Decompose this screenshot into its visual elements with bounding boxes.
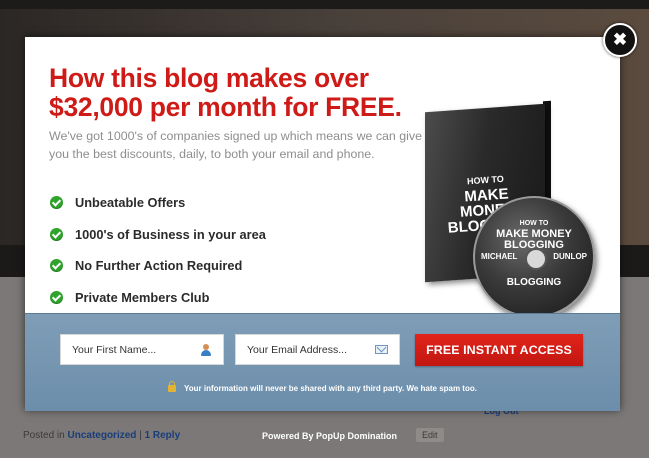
meta-separator: | [139,430,142,441]
popup-subtext: We've got 1000's of companies signed up … [49,129,422,161]
envelope-icon [375,345,388,354]
post-meta: Posted in Uncategorized | 1 Reply [23,430,180,441]
popup-dialog: How this blog makes over $32,000 per mon… [25,37,620,411]
feature-item: 1000's of Business in your area [49,219,266,251]
privacy-note-text: Your information will never be shared wi… [184,384,477,393]
feature-label: Unbeatable Offers [75,195,186,211]
feature-list: Unbeatable Offers 1000's of Business in … [49,187,266,313]
feature-item: Private Members Club [49,282,266,314]
posted-in-label: Posted in [23,430,65,441]
popup-headline: How this blog makes over $32,000 per mon… [49,63,402,122]
email-placeholder: Your Email Address... [247,343,347,356]
close-icon: ✖ [612,30,628,49]
page-top-bar [0,0,649,9]
feature-label: Private Members Club [75,289,210,305]
free-instant-access-button[interactable]: FREE INSTANT ACCESS [415,334,583,366]
edit-link[interactable]: Edit [416,428,444,442]
powered-by-text: Powered By PopUp Domination [262,431,398,441]
check-icon [50,259,63,273]
check-icon [50,227,63,241]
dvd-case-author: MICHAEL [436,291,488,307]
feature-label: No Further Action Required [75,258,243,274]
close-button[interactable]: ✖ [603,23,637,57]
feature-item: Unbeatable Offers [49,187,266,219]
check-icon [50,290,63,304]
category-link[interactable]: Uncategorized [67,430,136,441]
first-name-placeholder: Your First Name... [72,343,157,356]
disc-bottom-text: BLOGGING [506,277,562,288]
signup-form: Your First Name... Your Email Address...… [25,313,620,411]
product-image: HOW TO MAKE MONEY BLOGGING MICHAEL HOW T… [415,81,610,318]
first-name-input[interactable]: Your First Name... [60,334,224,365]
lock-icon [168,381,177,392]
dvd-disc: HOW TO MAKE MONEY BLOGGING MICHAEL DUNLO… [473,196,595,318]
feature-item: No Further Action Required [49,250,266,282]
check-icon [50,196,63,210]
privacy-note: Your information will never be shared wi… [25,381,620,393]
person-icon [200,344,212,356]
disc-title: HOW TO MAKE MONEY BLOGGING [496,220,572,251]
feature-label: 1000's of Business in your area [75,226,266,242]
disc-author: MICHAEL DUNLOP [481,252,587,261]
email-input[interactable]: Your Email Address... [235,334,400,365]
replies-link[interactable]: 1 Reply [145,430,181,441]
